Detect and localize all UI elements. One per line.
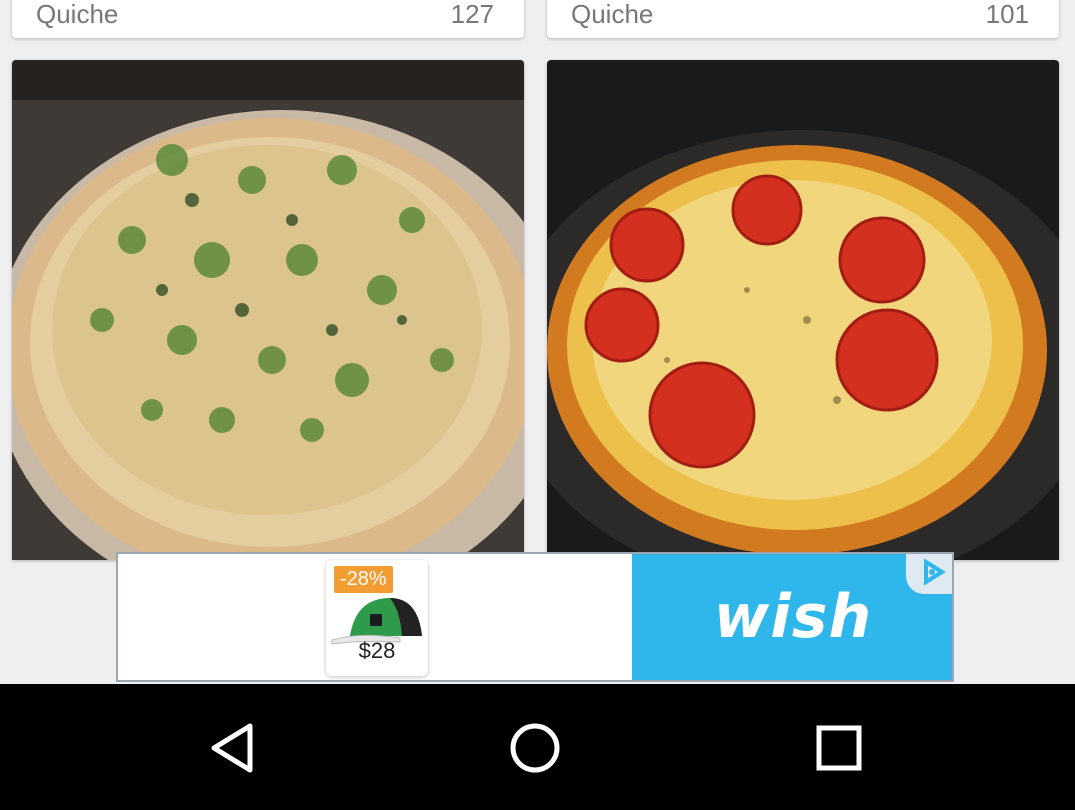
ad-discount-badge: -28%: [334, 566, 393, 593]
recipe-card-broccoli-quiche[interactable]: [12, 60, 524, 560]
recents-square-icon[interactable]: [809, 718, 869, 778]
recipe-card-top-left[interactable]: Quiche 127: [12, 0, 524, 38]
adchoices-icon[interactable]: [906, 554, 952, 594]
ad-price: $28: [358, 638, 396, 663]
recipe-card-top-right[interactable]: Quiche 101: [547, 0, 1059, 38]
recipe-photo-tomato: [547, 60, 1059, 560]
card-title: Quiche: [571, 0, 654, 29]
card-count: 101: [985, 0, 1029, 29]
back-triangle-icon[interactable]: [204, 718, 264, 778]
card-title: Quiche: [36, 0, 119, 29]
recipe-card-tomato-quiche[interactable]: [547, 60, 1059, 560]
ad-banner[interactable]: -28% $28 wish: [116, 552, 954, 682]
ad-product-card[interactable]: -28% $28: [326, 560, 428, 676]
card-count: 127: [450, 0, 494, 29]
recipe-photo-broccoli: [12, 60, 524, 560]
ad-brand-logo: wish: [713, 582, 873, 652]
ad-brand-panel[interactable]: wish: [632, 554, 952, 680]
system-navigation-bar: [0, 684, 1075, 810]
home-circle-icon[interactable]: [505, 718, 565, 778]
